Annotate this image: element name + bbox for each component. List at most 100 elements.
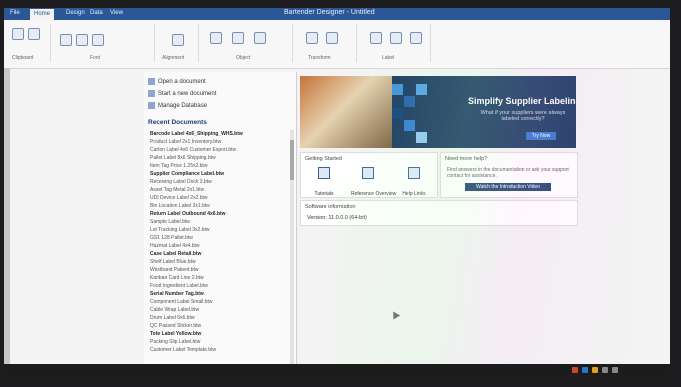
action-label: Start a new document [158,91,217,98]
magnify-icon[interactable] [390,32,402,44]
recent-document-item[interactable]: Tote Label Yellow.btw [150,330,286,338]
recent-header: Recent Documents [148,119,207,126]
manage-database-action[interactable]: Manage Database [148,102,207,109]
print-icon[interactable] [370,32,382,44]
recent-document-item[interactable]: Shelf Label Blue.btw [150,258,286,266]
paste-icon[interactable] [12,28,24,40]
recent-document-item[interactable]: Kanban Card Line 2.btw [150,274,286,282]
banner-tiles [392,76,438,148]
recent-document-item[interactable]: Item Tag Price 1.25x2.btw [150,162,286,170]
ribbon-group-alignment: Alignment [158,24,199,62]
scrollbar[interactable] [290,130,294,366]
tab-data[interactable]: Data [90,10,103,16]
arrange-icon[interactable] [326,32,338,44]
reference-link[interactable]: Reference Overview [351,167,396,200]
ribbon-label: Label [382,55,395,61]
recent-document-item[interactable]: Receiving Label Dock 3.btw [150,178,286,186]
left-strip [4,68,10,376]
recent-document-item[interactable]: Bin Location Label 3x1.btw [150,202,286,210]
recent-document-item[interactable]: GS1 128 Pallet.btw [150,234,286,242]
banner-tile [404,96,415,107]
italic-icon[interactable] [76,34,88,46]
recent-document-item[interactable]: Lot Tracking Label 3x2.btw [150,226,286,234]
volume-icon[interactable] [612,367,618,373]
rotate-icon[interactable] [306,32,318,44]
tab-view[interactable]: View [110,10,123,16]
new-document-action[interactable]: Start a new document [148,90,216,97]
tutorials-link[interactable]: Tutorials [307,167,341,200]
start-pane: Open a document Start a new document Man… [144,72,297,370]
recent-list: Barcode Label 4x6_Shipping_WHS.btw Produc… [150,130,286,354]
ribbon-label: Alignment [162,55,185,61]
cut-icon[interactable] [28,28,40,40]
tab-file[interactable]: File [10,10,20,16]
help-card: Need more help? Find answers in the docu… [440,152,578,198]
recent-document-item[interactable]: Wristband Patient.btw [150,266,286,274]
close-icon[interactable] [410,32,422,44]
help-text: Find answers in the documentation or ask… [447,167,569,179]
tab-home[interactable]: Home [30,9,55,20]
recent-document-item[interactable]: UDI Device Label 2x2.btw [150,194,286,202]
help-links-link[interactable]: Help Links [397,167,431,200]
action-label: Manage Database [158,103,208,110]
recent-document-item[interactable]: Component Label Small.btw [150,298,286,306]
app-icon[interactable] [582,367,588,373]
app-icon[interactable] [572,367,578,373]
text-object-icon[interactable] [210,32,222,44]
quick-action-label: Help Links [402,191,426,197]
ribbon-group-transform: Transform [296,24,357,62]
ribbon: Clipboard Font Alignment Object Transfor… [4,20,670,69]
recent-document-item[interactable]: Customer Label Template.btw [150,346,286,354]
recent-document-item[interactable]: Pallet Label 8x6 Shipping.btw [150,154,286,162]
shape-icon[interactable] [254,32,266,44]
tab-design[interactable]: Design [66,10,85,16]
intro-video-button[interactable]: Watch the Introduction Video [465,183,551,191]
recent-document-item[interactable]: Food Ingredient Label.btw [150,282,286,290]
network-icon[interactable] [602,367,608,373]
banner-tile [392,108,403,119]
card-title: Getting Started [305,156,342,162]
recent-document-item[interactable]: Asset Tag Metal 2x1.btw [150,186,286,194]
title-bar: File Home Design Data View Bartender Des… [4,8,670,20]
recent-document-item[interactable]: Cable Wrap Label.btw [150,306,286,314]
ribbon-label: Clipboard [12,55,34,61]
recent-document-item[interactable]: Barcode Label 4x6_Shipping_WHS.btw [150,130,286,138]
action-label: Open a document [158,79,206,86]
promo-banner[interactable]: Simplify Supplier Labeling What if your … [300,76,576,148]
screen: File Home Design Data View Bartender Des… [4,8,670,376]
quick-action-label: Tutorials [314,191,334,197]
version-card: Software information Version: 11.0.0.0 (… [300,200,578,226]
ribbon-label: Transform [308,55,331,61]
recent-document-item[interactable]: QC Passed Sticker.btw [150,322,286,330]
start-content: Simplify Supplier Labeling What if your … [296,72,666,372]
database-icon [148,102,155,109]
recent-document-item[interactable]: Hazmat Label 4x4.btw [150,242,286,250]
banner-photo [300,76,392,148]
help-icon [408,167,420,179]
bold-icon[interactable] [60,34,72,46]
window-title: Bartender Designer - Untitled [284,9,375,16]
quick-actions-card: Getting Started Tutorials Reference Over… [300,152,438,198]
recent-document-item[interactable]: Serial Number Tag.btw [150,290,286,298]
align-icon[interactable] [172,34,184,46]
banner-subtitle: What if your suppliers were always label… [480,110,566,122]
recent-document-item[interactable]: Case Label Retail.btw [150,250,286,258]
recent-document-item[interactable]: Packing Slip Label.btw [150,338,286,346]
recent-document-item[interactable]: Product Label 2x1 Inventory.btw [150,138,286,146]
recent-document-item[interactable]: Carton Label 4x6 Customer Export.btw [150,146,286,154]
recent-document-item[interactable]: Supplier Compliance Label.btw [150,170,286,178]
open-document-action[interactable]: Open a document [148,78,206,85]
tutorial-icon [318,167,330,179]
underline-icon[interactable] [92,34,104,46]
try-now-button[interactable]: Try Now [526,132,556,140]
reference-icon [362,167,374,179]
app-icon[interactable] [592,367,598,373]
banner-tile [416,84,427,95]
recent-document-item[interactable]: Return Label Outbound 4x6.btw [150,210,286,218]
recent-document-item[interactable]: Sample Label.btw [150,218,286,226]
barcode-icon[interactable] [232,32,244,44]
scroll-thumb[interactable] [290,140,294,180]
quick-action-label: Reference Overview [351,191,397,197]
recent-document-item[interactable]: Drum Label 6x6.btw [150,314,286,322]
new-document-icon [148,90,155,97]
